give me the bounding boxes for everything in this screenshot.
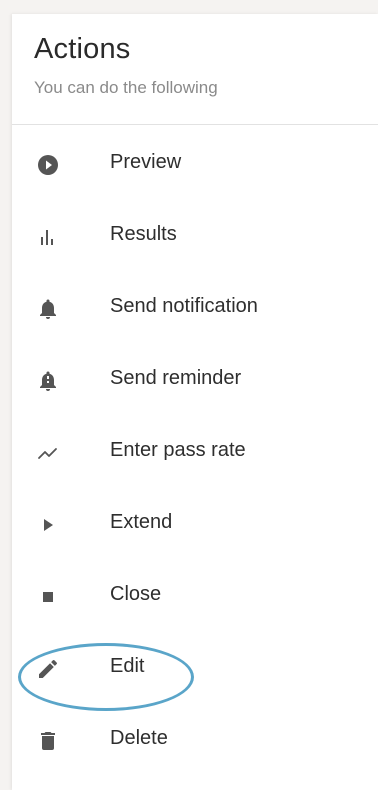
trend-line-icon: [36, 441, 60, 465]
menu-item-preview[interactable]: Preview: [12, 125, 378, 197]
menu-item-label: Preview: [110, 151, 182, 173]
actions-menu: Preview Results Send notification Send r…: [12, 125, 378, 773]
page-subtitle: You can do the following: [34, 78, 218, 97]
menu-item-close[interactable]: Close: [12, 557, 378, 629]
menu-item-label: Close: [110, 583, 162, 605]
menu-item-label: Edit: [110, 655, 145, 677]
menu-item-send-reminder[interactable]: Send reminder: [12, 341, 378, 413]
menu-item-label: Delete: [110, 727, 168, 749]
menu-item-label: Extend: [110, 511, 173, 533]
menu-item-delete[interactable]: Delete: [12, 701, 378, 773]
menu-item-label: Enter pass rate: [110, 439, 246, 461]
bell-icon: [36, 297, 60, 321]
page-title: Actions: [34, 33, 131, 65]
bell-alert-icon: [36, 369, 60, 393]
stop-square-icon: [36, 585, 60, 609]
menu-item-edit[interactable]: Edit: [12, 629, 378, 701]
menu-item-send-notification[interactable]: Send notification: [12, 269, 378, 341]
actions-header: Actions You can do the following: [12, 14, 378, 125]
bar-chart-icon: [36, 225, 60, 249]
menu-item-extend[interactable]: Extend: [12, 485, 378, 557]
play-circle-icon: [36, 153, 60, 177]
trash-icon: [36, 729, 60, 753]
menu-item-label: Results: [110, 223, 177, 245]
play-arrow-icon: [36, 513, 60, 537]
menu-item-results[interactable]: Results: [12, 197, 378, 269]
menu-item-label: Send notification: [110, 295, 258, 317]
pencil-icon: [36, 657, 60, 681]
menu-item-label: Send reminder: [110, 367, 242, 389]
menu-item-enter-pass-rate[interactable]: Enter pass rate: [12, 413, 378, 485]
